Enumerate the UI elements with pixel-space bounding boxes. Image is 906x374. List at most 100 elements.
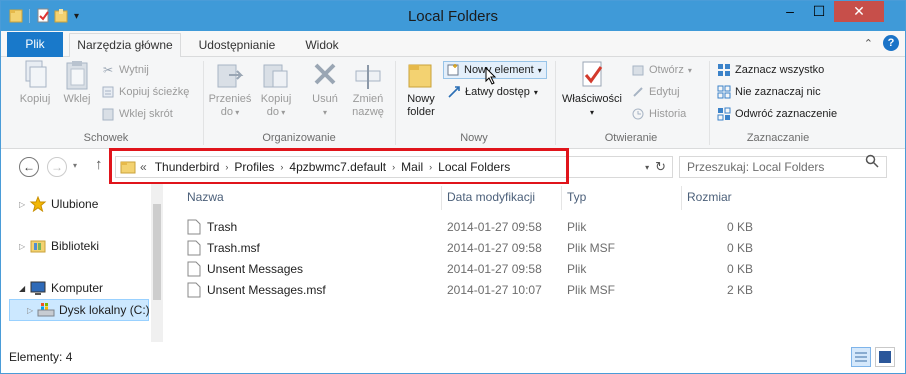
nav-label: Komputer — [51, 281, 104, 295]
easy-access-label: Łatwy dostęp — [465, 86, 530, 98]
easy-access-icon — [448, 86, 460, 98]
column-divider[interactable] — [441, 186, 442, 210]
copy-to-dropdown-icon: ▾ — [279, 108, 286, 117]
item-count: Elementy: 4 — [9, 350, 73, 364]
tab-share[interactable]: Udostępnianie — [189, 34, 285, 57]
copy-path-button[interactable]: Kopiuj ścieżkę — [101, 83, 189, 101]
search-icon[interactable] — [865, 154, 879, 168]
file-type: Plik MSF — [567, 241, 615, 255]
column-header-type[interactable]: Typ — [567, 190, 586, 204]
collapse-icon[interactable]: ◢ — [19, 284, 29, 293]
file-row[interactable]: Trash.msf 2014-01-27 09:58 Plik MSF 0 KB — [183, 238, 763, 259]
edit-icon — [633, 87, 643, 97]
copy-to-label-2: do — [266, 106, 279, 118]
file-row[interactable]: Trash 2014-01-27 09:58 Plik 0 KB — [183, 217, 763, 238]
collapse-ribbon-icon[interactable]: ⌃ — [864, 37, 873, 50]
copy-path-icon — [102, 86, 114, 98]
properties-button[interactable]: Właściwości ▾ — [559, 59, 625, 119]
new-item-icon — [447, 64, 459, 76]
large-icons-view-button[interactable] — [875, 347, 895, 367]
move-to-label-1: Przenieś — [208, 93, 252, 105]
file-row[interactable]: Unsent Messages 2014-01-27 09:58 Plik 0 … — [183, 259, 763, 280]
move-to-button[interactable]: Przenieś do ▾ — [207, 59, 253, 119]
address-dropdown-icon[interactable]: ▾ — [639, 163, 655, 172]
paste-button[interactable]: Wklej — [57, 59, 97, 106]
file-icon — [187, 240, 201, 256]
paste-shortcut-icon — [102, 108, 114, 121]
forward-button[interactable]: → — [47, 157, 67, 177]
navigation-scrollbar[interactable] — [151, 184, 163, 342]
copy-to-button[interactable]: Kopiuj do ▾ — [255, 59, 297, 119]
file-size: 0 KB — [726, 241, 753, 255]
expand-icon[interactable]: ▷ — [19, 200, 29, 209]
nav-label: Biblioteki — [51, 239, 100, 253]
new-item-dropdown-icon: ▾ — [537, 65, 542, 75]
paste-shortcut-button[interactable]: Wklej skrót — [101, 105, 173, 123]
nav-item-favorites[interactable]: ▷ Ulubione — [19, 194, 98, 214]
column-divider[interactable] — [681, 186, 682, 210]
copy-path-label: Kopiuj ścieżkę — [119, 86, 190, 98]
expand-icon[interactable]: ▷ — [27, 306, 37, 315]
tab-home[interactable]: Narzędzia główne — [69, 33, 181, 58]
select-all-label: Zaznacz wszystko — [735, 64, 825, 76]
rename-icon — [355, 65, 381, 89]
tab-view[interactable]: Widok — [295, 34, 349, 57]
new-folder-icon — [408, 64, 432, 88]
rename-button[interactable]: Zmień nazwę — [347, 59, 389, 119]
select-none-icon — [717, 85, 731, 99]
scrollbar-thumb[interactable] — [153, 204, 161, 300]
refresh-icon[interactable]: ↻ — [655, 159, 672, 175]
easy-access-button[interactable]: Łatwy dostęp ▾ — [447, 83, 538, 101]
nav-item-computer[interactable]: ◢ Komputer — [19, 278, 103, 298]
file-date: 2014-01-27 09:58 — [447, 262, 542, 276]
help-icon[interactable]: ? — [883, 35, 899, 51]
open-button[interactable]: Otwórz ▾ — [631, 61, 692, 79]
new-folder-label-1: Nowy — [407, 93, 435, 105]
new-folder-button[interactable]: Nowy folder — [399, 59, 443, 119]
back-button[interactable]: ← — [19, 157, 39, 177]
nav-item-local-disk[interactable]: ▷ Dysk lokalny (C:) — [27, 300, 150, 320]
scissors-icon: ✂ — [102, 63, 114, 77]
cut-button[interactable]: ✂ Wytnij — [101, 61, 149, 79]
select-all-icon — [718, 64, 730, 76]
invert-selection-button[interactable]: Odwróć zaznaczenie — [717, 105, 837, 123]
copy-button[interactable]: Kopiuj — [15, 59, 55, 106]
move-to-icon — [217, 64, 244, 88]
delete-button[interactable]: Usuń ▾ — [305, 59, 345, 119]
rename-label-1: Zmień — [352, 93, 384, 105]
copy-label: Kopiuj — [19, 93, 51, 105]
file-type: Plik — [567, 220, 587, 234]
column-header-size[interactable]: Rozmiar — [687, 190, 732, 204]
explorer-window: ▾ Local Folders – ☐ ✕ Plik Narzędzia głó… — [0, 0, 906, 374]
file-name: Trash — [207, 220, 238, 234]
nav-item-libraries[interactable]: ▷ Biblioteki — [19, 236, 99, 256]
file-row[interactable]: Unsent Messages.msf 2014-01-27 10:07 Pli… — [183, 280, 763, 301]
delete-icon — [314, 63, 336, 85]
tab-file[interactable]: Plik — [7, 32, 63, 57]
drive-icon — [37, 303, 55, 317]
maximize-button[interactable]: ☐ — [805, 1, 833, 22]
history-button[interactable]: Historia — [631, 105, 686, 123]
file-size: 2 KB — [726, 283, 753, 297]
properties-label: Właściwości — [562, 93, 622, 105]
recent-locations-icon[interactable]: ▾ — [73, 161, 77, 170]
close-button[interactable]: ✕ — [834, 1, 884, 22]
column-divider[interactable] — [561, 186, 562, 210]
column-header-name[interactable]: Nazwa — [187, 190, 224, 204]
details-view-button[interactable] — [851, 347, 871, 367]
search-input[interactable]: Przeszukaj: Local Folders — [679, 156, 887, 178]
ribbon-controls: ⌃ ? — [864, 35, 899, 51]
edit-button[interactable]: Edytuj — [631, 83, 680, 101]
clipboard-group-label: Schowek — [83, 132, 129, 144]
highlight-box — [109, 148, 569, 185]
invert-selection-icon — [717, 107, 731, 121]
copy-to-label-1: Kopiuj — [260, 93, 292, 105]
minimize-button[interactable]: – — [775, 1, 805, 22]
file-icon — [187, 219, 201, 235]
column-header-date[interactable]: Data modyfikacji — [447, 190, 535, 204]
select-all-button[interactable]: Zaznacz wszystko — [717, 61, 824, 79]
up-arrow-icon[interactable]: ↑ — [95, 156, 103, 173]
select-none-button[interactable]: Nie zaznaczaj nic — [717, 83, 821, 101]
expand-icon[interactable]: ▷ — [19, 242, 29, 251]
paste-shortcut-label: Wklej skrót — [119, 108, 173, 120]
